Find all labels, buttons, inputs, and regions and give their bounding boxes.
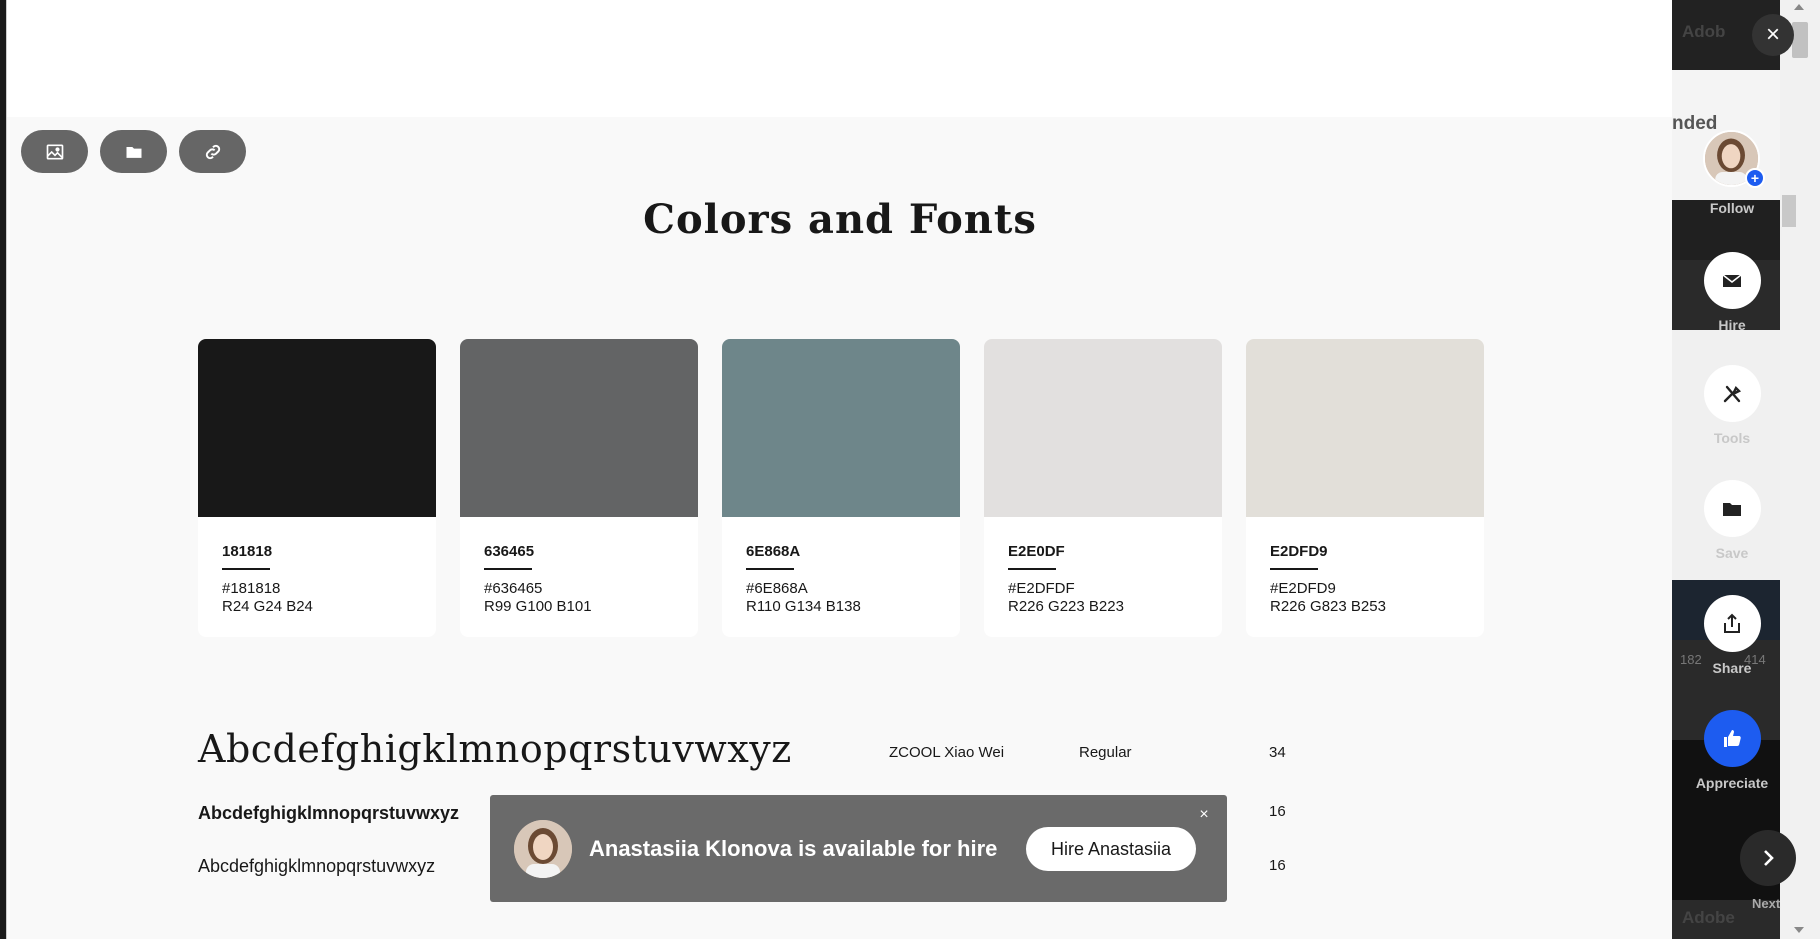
link-button[interactable] xyxy=(179,130,246,173)
swatch-rgb: R226 G223 B223 xyxy=(1008,598,1124,615)
swatch-code: E2DFD9 xyxy=(1270,543,1328,560)
font-sample: Abcdefghigklmnopqrstuvwxyz xyxy=(198,727,792,771)
save-button[interactable] xyxy=(1703,480,1761,537)
project-viewer: Colors and Fonts 181818 #181818 R24 G24 … xyxy=(6,0,1672,939)
mail-icon xyxy=(1722,273,1742,287)
font-weight: Regular xyxy=(1079,744,1132,761)
hire-action[interactable]: Hire xyxy=(1677,252,1787,333)
font-sample: Abcdefghigklmnopqrstuvwxyz xyxy=(198,855,436,876)
share-icon xyxy=(1724,613,1740,633)
next-project-button[interactable] xyxy=(1740,830,1796,886)
follow-action[interactable]: Follow xyxy=(1677,200,1787,216)
font-row: Abcdefghigklmnopqrstuvwxyz xyxy=(198,853,435,879)
swatch-rgb: R24 G24 B24 xyxy=(222,598,313,615)
close-icon[interactable]: × xyxy=(1196,807,1212,823)
page-scrollbar[interactable] xyxy=(1780,0,1820,939)
share-action[interactable]: Share xyxy=(1677,595,1787,676)
color-chip xyxy=(722,339,960,517)
swatch-hex: #636465 xyxy=(484,580,543,597)
folder-icon xyxy=(1723,502,1741,516)
image-button[interactable] xyxy=(21,130,88,173)
scrollbar-thumb[interactable] xyxy=(1792,22,1808,58)
swatch-hex: #E2DFDF xyxy=(1008,580,1075,597)
close-icon: × xyxy=(1765,21,1780,48)
hire-button[interactable] xyxy=(1703,252,1761,309)
tools-action[interactable]: Tools xyxy=(1677,365,1787,446)
swatch-code: 181818 xyxy=(222,543,273,560)
share-button[interactable] xyxy=(1703,595,1761,652)
save-action[interactable]: Save xyxy=(1677,480,1787,561)
share-label: Share xyxy=(1712,660,1752,676)
hire-banner: Anastasiia Klonova is available for hire… xyxy=(490,795,1227,902)
swatch-rgb: R99 G100 B101 xyxy=(484,598,592,615)
tools-button[interactable] xyxy=(1703,365,1761,422)
creator-avatar[interactable]: + xyxy=(1703,130,1765,188)
follow-label: Follow xyxy=(1709,200,1755,216)
hire-message: Anastasiia Klonova is available for hire xyxy=(589,836,998,861)
section-title: Colors and Fonts xyxy=(643,196,1037,243)
scroll-up-icon[interactable] xyxy=(1794,4,1804,10)
swatch-code: 6E868A xyxy=(746,543,801,560)
color-swatch: E2E0DF #E2DFDF R226 G223 B223 xyxy=(984,339,1222,637)
font-size: 16 xyxy=(1269,857,1286,874)
appreciate-button[interactable] xyxy=(1703,710,1761,767)
image-icon xyxy=(46,144,63,159)
chevron-right-icon xyxy=(1764,850,1774,866)
font-row: Abcdefghigklmnopqrstuvwxyz xyxy=(198,724,792,774)
avatar xyxy=(514,820,572,878)
viewer-top-area xyxy=(7,0,1672,117)
color-chip xyxy=(460,339,698,517)
thumbs-up-icon xyxy=(1724,729,1741,747)
background-footer-brand: Adobe xyxy=(1682,908,1735,927)
font-name: ZCOOL Xiao Wei xyxy=(889,744,1005,761)
color-chip xyxy=(198,339,436,517)
close-viewer-button[interactable]: × xyxy=(1752,14,1794,56)
color-swatches: 181818 #181818 R24 G24 B24 636465 #63646… xyxy=(198,339,1484,637)
swatch-code: E2E0DF xyxy=(1008,543,1065,560)
swatch-divider xyxy=(484,568,532,570)
color-chip xyxy=(984,339,1222,517)
swatch-hex: #E2DFD9 xyxy=(1270,580,1336,597)
folder-button[interactable] xyxy=(100,130,167,173)
media-toolbar xyxy=(21,130,246,173)
color-chip xyxy=(1246,339,1484,517)
font-size: 16 xyxy=(1269,803,1286,820)
color-swatch: E2DFD9 #E2DFD9 R226 G823 B253 xyxy=(1246,339,1484,637)
swatch-rgb: R110 G134 B138 xyxy=(746,598,861,615)
swatch-divider xyxy=(746,568,794,570)
follow-plus-icon[interactable]: + xyxy=(1745,168,1765,188)
color-swatch: 6E868A #6E868A R110 G134 B138 xyxy=(722,339,960,637)
swatch-rgb: R226 G823 B253 xyxy=(1270,598,1386,615)
swatch-hex: #181818 xyxy=(222,580,281,597)
swatch-divider xyxy=(222,568,270,570)
swatch-divider xyxy=(1270,568,1318,570)
font-sample: Abcdefghigklmnopqrstuvwxyz xyxy=(198,802,460,823)
appreciate-label: Appreciate xyxy=(1695,775,1769,791)
background-brand-text: Adob xyxy=(1682,22,1726,41)
swatch-code: 636465 xyxy=(484,543,535,560)
save-label: Save xyxy=(1715,545,1749,561)
tools-label: Tools xyxy=(1713,430,1751,446)
next-label: Next xyxy=(1752,896,1781,911)
folder-icon xyxy=(126,146,141,158)
link-icon xyxy=(205,144,220,159)
hire-label: Hire xyxy=(1718,317,1746,333)
tools-icon xyxy=(1723,385,1742,402)
swatch-divider xyxy=(1008,568,1056,570)
appreciate-action[interactable]: Appreciate xyxy=(1677,710,1787,791)
swatch-hex: #6E868A xyxy=(746,580,808,597)
color-swatch: 636465 #636465 R99 G100 B101 xyxy=(460,339,698,637)
font-row: Abcdefghigklmnopqrstuvwxyz xyxy=(198,800,459,826)
scroll-down-icon[interactable] xyxy=(1794,927,1804,933)
color-swatch: 181818 #181818 R24 G24 B24 xyxy=(198,339,436,637)
font-size: 34 xyxy=(1269,744,1286,761)
avatar-portrait-icon xyxy=(514,820,572,878)
hire-anastasiia-button[interactable]: Hire Anastasiia xyxy=(1026,827,1196,871)
